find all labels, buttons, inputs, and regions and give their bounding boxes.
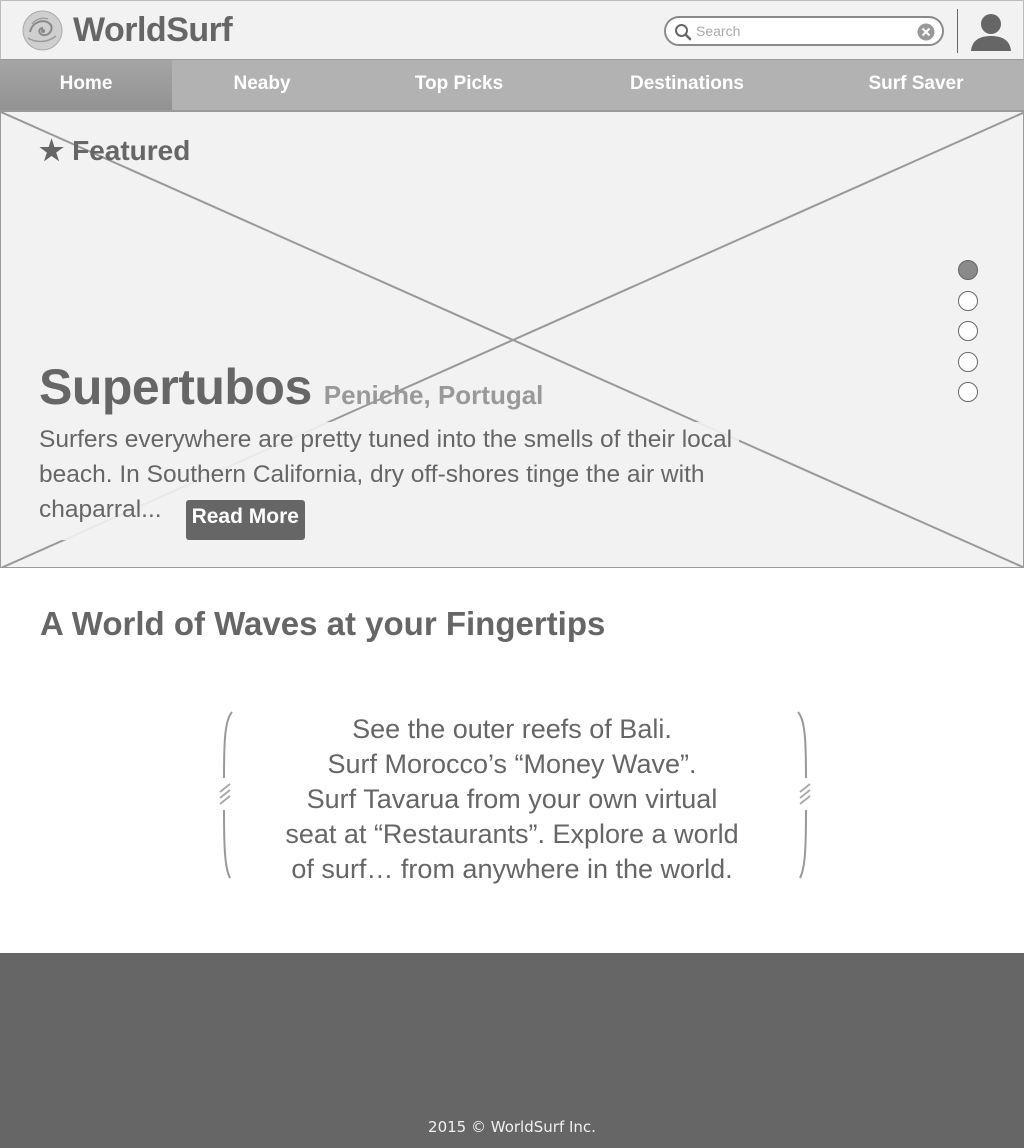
search-icon (675, 24, 692, 41)
featured-location: Peniche, Portugal (323, 380, 544, 410)
featured-heading: ★ Featured (39, 134, 190, 167)
quote-text: See the outer reefs of Bali. Surf Morocc… (252, 712, 772, 887)
featured-description: Surfers everywhere are pretty tuned into… (39, 426, 733, 523)
section-title: A World of Waves at your Fingertips (40, 605, 606, 642)
carousel-dot-3[interactable] (958, 321, 978, 341)
search-input[interactable] (696, 21, 906, 41)
left-bracket-icon (219, 711, 233, 879)
brand-name[interactable]: WorldSurf (73, 11, 233, 50)
carousel-dot-2[interactable] (958, 290, 978, 311)
user-avatar-icon[interactable] (969, 9, 1013, 53)
quote-line: Surf Morocco’s “Money Wave”. (327, 749, 697, 779)
header: WorldSurf (0, 0, 1024, 60)
carousel-dot-5[interactable] (958, 382, 978, 402)
nav-top-picks[interactable]: Top Picks (352, 60, 566, 110)
carousel-dot-1[interactable] (958, 260, 978, 280)
quote-line: of surf… from anywhere in the world. (291, 854, 733, 884)
right-bracket-icon (797, 711, 811, 879)
clear-icon[interactable] (917, 23, 935, 41)
carousel-dot-4[interactable] (958, 351, 978, 372)
copyright-text: 2015 © WorldSurf Inc. (428, 1118, 596, 1136)
featured-title[interactable]: Supertubos (39, 359, 312, 415)
star-icon: ★ (39, 135, 65, 166)
carousel-indicators (958, 260, 980, 413)
featured-description-block: Surfers everywhere are pretty tuned into… (39, 422, 739, 540)
main-nav: Home Neaby Top Picks Destinations Surf S… (0, 60, 1024, 112)
nav-surf-saver[interactable]: Surf Saver (808, 60, 1024, 110)
nav-destinations[interactable]: Destinations (566, 60, 808, 110)
nav-nearby[interactable]: Neaby (172, 60, 352, 110)
quote-line: Surf Tavarua from your own virtual (306, 784, 718, 814)
featured-title-row: Supertubos Peniche, Portugal (39, 358, 543, 416)
header-divider (957, 9, 958, 53)
featured-label: Featured (72, 135, 191, 166)
logo-icon[interactable] (22, 10, 63, 51)
quote-line: See the outer reefs of Bali. (352, 714, 672, 744)
quote-line: seat at “Restaurants”. Explore a world (285, 819, 739, 849)
quote-block: See the outer reefs of Bali. Surf Morocc… (212, 710, 812, 890)
footer: 2015 © WorldSurf Inc. (0, 953, 1024, 1148)
nav-home[interactable]: Home (0, 60, 172, 110)
featured-carousel: ★ Featured Supertubos Peniche, Portugal Su… (0, 112, 1024, 568)
search-box[interactable] (664, 16, 944, 46)
read-more-button[interactable]: Read More (185, 500, 305, 540)
